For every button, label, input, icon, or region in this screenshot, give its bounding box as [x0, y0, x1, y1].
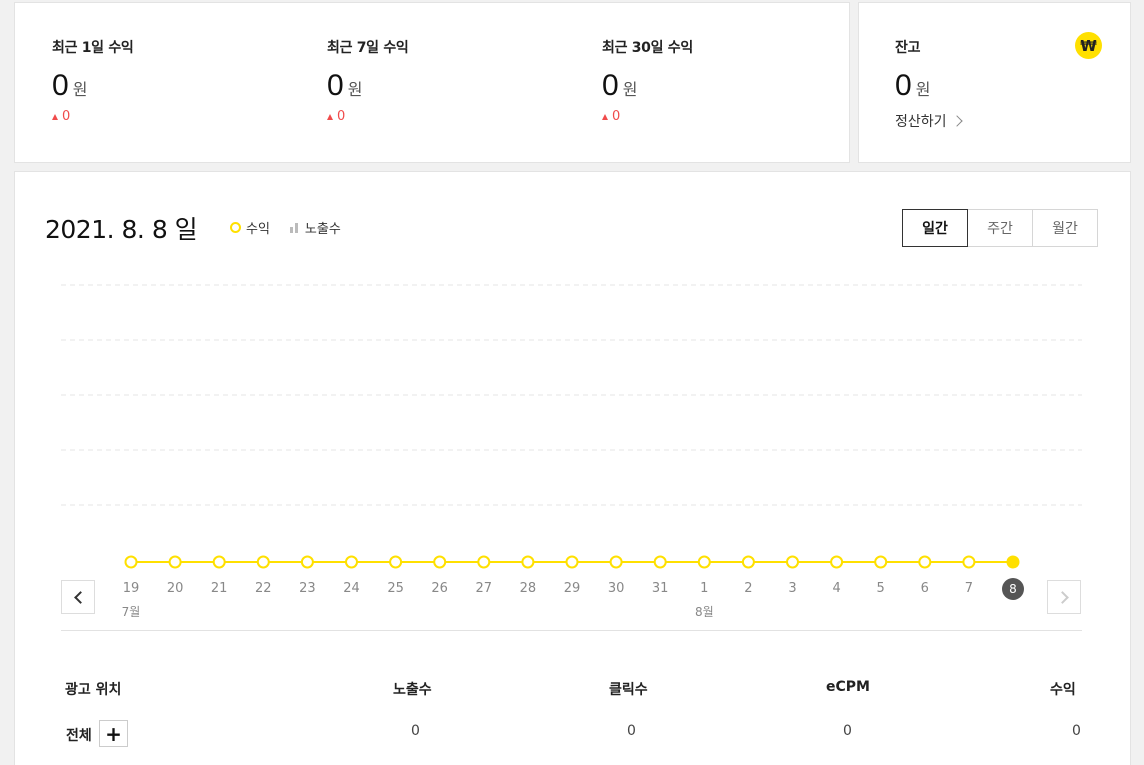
data-point[interactable] [521, 555, 535, 569]
x-tick-label[interactable]: 29 [557, 581, 587, 596]
x-tick-label[interactable]: 23 [292, 581, 322, 596]
data-point[interactable] [830, 555, 844, 569]
x-tick-label[interactable]: 22 [248, 581, 278, 596]
stat-unit: 원 [347, 80, 363, 99]
row-name: 전체 [66, 728, 92, 744]
col-header-placement: 광고 위치 [65, 682, 122, 698]
balance-card: 잔고 0 원 정산하기 ₩ [858, 2, 1131, 163]
stat-change: 0 [602, 109, 693, 124]
x-tick-label[interactable]: 6 [910, 581, 940, 596]
data-point[interactable] [345, 555, 358, 569]
divider [61, 630, 1082, 631]
balance-value: 0 [895, 69, 912, 102]
data-point[interactable] [168, 555, 182, 569]
col-header-clicks: 클릭수 [609, 682, 648, 698]
up-triangle-icon [52, 113, 58, 120]
x-tick-label[interactable]: 31 [645, 581, 675, 596]
stat-1day: 최근 1일 수익 0 원 0 [52, 37, 134, 124]
up-triangle-icon [327, 113, 333, 120]
data-point[interactable] [697, 555, 711, 569]
data-point[interactable] [962, 555, 976, 569]
balance-label: 잔고 [895, 40, 921, 56]
data-point[interactable] [256, 555, 270, 569]
data-point[interactable] [212, 555, 226, 569]
stat-value: 0 [602, 69, 619, 102]
col-header-impressions: 노출수 [393, 682, 432, 698]
month-label: 7월 [121, 605, 141, 619]
report-card: 2021. 8. 8 일 수익 노출수 일간 주간 월간 19 20 21 22 23 2… [14, 171, 1131, 765]
data-point[interactable] [300, 555, 314, 569]
x-tick-label[interactable]: 5 [866, 581, 896, 596]
x-tick-label[interactable]: 27 [469, 581, 499, 596]
cell-revenue: 0 [1072, 723, 1081, 739]
stat-change: 0 [327, 109, 409, 124]
x-tick-label[interactable]: 4 [822, 581, 852, 596]
x-tick-label[interactable]: 7 [954, 581, 984, 596]
stat-7day: 최근 7일 수익 0 원 0 [327, 37, 409, 124]
chevron-right-icon [950, 115, 963, 127]
col-header-revenue: 수익 [1050, 682, 1076, 698]
cell-impressions: 0 [411, 723, 420, 739]
up-triangle-icon [602, 113, 608, 120]
data-point[interactable] [786, 555, 799, 569]
revenue-chart [61, 284, 1082, 569]
cell-ecpm: 0 [843, 723, 852, 739]
x-tick-label[interactable]: 1 [689, 581, 719, 596]
month-label: 8월 [694, 605, 714, 619]
cell-clicks: 0 [627, 723, 636, 739]
data-point[interactable] [874, 555, 888, 569]
stat-value: 0 [52, 69, 69, 102]
x-tick-label[interactable]: 28 [513, 581, 543, 596]
data-point[interactable] [609, 555, 623, 569]
won-icon: ₩ [1075, 32, 1102, 59]
x-tick-label[interactable]: 3 [778, 581, 808, 596]
x-tick-label[interactable]: 26 [425, 581, 455, 596]
balance-stat: 잔고 0 원 정산하기 [895, 37, 963, 131]
x-tick-label[interactable]: 25 [381, 581, 411, 596]
stat-label: 최근 1일 수익 [52, 40, 134, 56]
stat-30day: 최근 30일 수익 0 원 0 [602, 37, 693, 124]
settle-link[interactable]: 정산하기 [895, 111, 963, 131]
revenue-summary-card: 최근 1일 수익 0 원 0 최근 7일 수익 0 원 0 최근 30일 수익 … [14, 2, 850, 163]
x-tick-label[interactable]: 24 [337, 581, 367, 596]
x-tick-label[interactable]: 2 [733, 581, 763, 596]
expand-plus-button[interactable]: + [99, 720, 128, 747]
x-tick-label[interactable]: 20 [160, 581, 190, 596]
data-point[interactable] [741, 555, 755, 569]
chart-prev-button[interactable] [61, 580, 95, 614]
data-point[interactable] [565, 555, 579, 569]
balance-unit: 원 [915, 80, 931, 99]
data-point[interactable] [433, 555, 447, 569]
chart-next-button[interactable] [1047, 580, 1081, 614]
data-point[interactable] [653, 555, 667, 569]
stat-label: 최근 30일 수익 [602, 40, 693, 56]
col-header-ecpm: eCPM [826, 679, 870, 695]
x-tick-label[interactable]: 19 [116, 581, 146, 596]
tab-daily[interactable]: 일간 [902, 209, 968, 247]
data-point[interactable] [124, 555, 138, 569]
data-point[interactable] [389, 555, 403, 569]
chevron-left-icon [73, 590, 87, 604]
x-tick-label[interactable]: 21 [204, 581, 234, 596]
x-tick-label[interactable]: 8 [1002, 578, 1024, 600]
data-point[interactable] [918, 555, 932, 569]
x-tick-label[interactable]: 30 [601, 581, 631, 596]
stat-unit: 원 [622, 80, 638, 99]
chevron-right-icon [1055, 590, 1069, 604]
stat-label: 최근 7일 수익 [327, 40, 409, 56]
stat-value: 0 [327, 69, 344, 102]
stat-unit: 원 [72, 80, 88, 99]
stat-change: 0 [52, 109, 134, 124]
data-point[interactable] [1006, 555, 1020, 569]
data-point[interactable] [477, 555, 491, 569]
